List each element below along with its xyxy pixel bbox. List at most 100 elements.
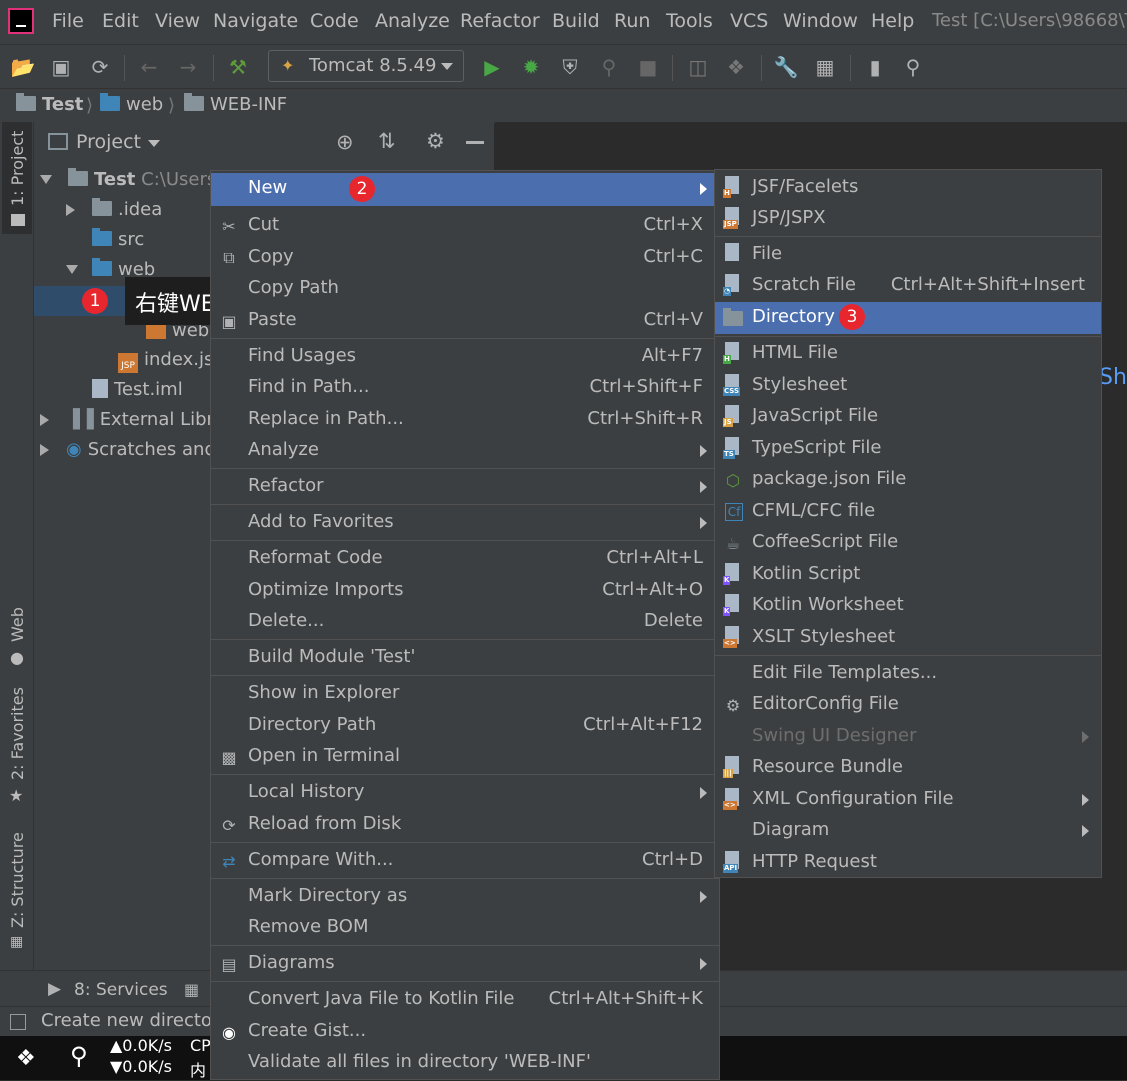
- menu-item-reformat-code[interactable]: Reformat Code Ctrl+Alt+L: [211, 543, 719, 574]
- submenu-item-xslt-stylesheet[interactable]: <> XSLT Stylesheet: [715, 622, 1101, 653]
- terminal-icon[interactable]: ▦: [184, 980, 199, 999]
- menu-item-copy-path[interactable]: Copy Path: [211, 273, 719, 304]
- submenu-item-directory[interactable]: Directory: [715, 302, 1101, 334]
- project-panel-title[interactable]: Project: [76, 131, 141, 153]
- menu-build[interactable]: Build: [552, 10, 600, 32]
- menu-item-build-module[interactable]: Build Module 'Test': [211, 642, 719, 673]
- expand-arrow-icon[interactable]: [40, 414, 49, 426]
- menu-item-copy[interactable]: ⧉ Copy Ctrl+C: [211, 242, 719, 273]
- coverage-icon[interactable]: ⛨: [559, 55, 581, 79]
- submenu-item-swing-ui-designer[interactable]: Swing UI Designer: [715, 721, 1101, 752]
- debug-bug-icon[interactable]: ✹: [520, 55, 542, 79]
- profile-icon[interactable]: ⚲: [598, 55, 620, 79]
- run-icon[interactable]: ▶: [481, 55, 503, 79]
- menu-item-reload-from-disk[interactable]: ⟳ Reload from Disk: [211, 809, 719, 840]
- breadcrumb-item-test[interactable]: Test: [16, 93, 83, 115]
- menu-file[interactable]: File: [52, 10, 84, 32]
- expand-arrow-icon[interactable]: [40, 444, 49, 456]
- settings-wrench-icon[interactable]: 🔧: [774, 55, 799, 79]
- presentation-icon[interactable]: ▮: [864, 55, 886, 79]
- open-folder-icon[interactable]: 📂: [11, 55, 36, 79]
- build-hammer-icon[interactable]: ⚒: [227, 55, 249, 79]
- submenu-item-editorconfig[interactable]: ⚙ EditorConfig File: [715, 689, 1101, 720]
- submenu-item-package-json[interactable]: ⬡ package.json File: [715, 464, 1101, 495]
- tab-project[interactable]: 1: Project: [2, 122, 32, 234]
- menu-item-open-in-terminal[interactable]: ▩ Open in Terminal: [211, 741, 719, 772]
- submenu-item-kotlin-worksheet[interactable]: K Kotlin Worksheet: [715, 590, 1101, 621]
- breadcrumb-item-web[interactable]: web: [100, 93, 163, 115]
- menu-item-refactor[interactable]: Refactor: [211, 471, 719, 502]
- attach-debugger-icon[interactable]: ◫: [687, 55, 709, 79]
- submenu-item-scratch-file[interactable]: ◔ Scratch File Ctrl+Alt+Shift+Insert: [715, 270, 1101, 301]
- project-structure-icon[interactable]: ▦: [814, 55, 836, 79]
- submenu-item-http-request[interactable]: API HTTP Request: [715, 847, 1101, 878]
- submenu-item-kotlin-script[interactable]: K Kotlin Script: [715, 559, 1101, 590]
- expand-arrow-icon[interactable]: [66, 204, 75, 216]
- run-configuration-dropdown[interactable]: ✦ Tomcat 8.5.49: [268, 50, 464, 82]
- menu-item-new[interactable]: New: [211, 173, 719, 206]
- search-icon[interactable]: ⚲: [70, 1042, 88, 1070]
- menu-item-directory-path[interactable]: Directory Path Ctrl+Alt+F12: [211, 710, 719, 741]
- collapse-all-icon[interactable]: ⇅: [378, 129, 396, 153]
- stop-icon[interactable]: ■: [637, 55, 659, 79]
- menu-item-find-in-path[interactable]: Find in Path... Ctrl+Shift+F: [211, 372, 719, 403]
- menu-window[interactable]: Window: [783, 10, 858, 32]
- tab-web[interactable]: Web ●: [2, 592, 32, 672]
- submenu-item-diagram[interactable]: Diagram: [715, 815, 1101, 846]
- tab-services[interactable]: 8: Services: [74, 980, 168, 1000]
- submenu-item-jsp-jspx[interactable]: JSP JSP/JSPX: [715, 203, 1101, 234]
- menu-help[interactable]: Help: [871, 10, 914, 32]
- menu-item-diagrams[interactable]: ▤ Diagrams: [211, 948, 719, 979]
- menu-vcs[interactable]: VCS: [730, 10, 768, 32]
- submenu-item-resource-bundle[interactable]: ||| Resource Bundle: [715, 752, 1101, 783]
- submenu-item-jsf-facelets[interactable]: H JSF/Facelets: [715, 172, 1101, 203]
- search-icon[interactable]: ⚲: [902, 55, 924, 79]
- expand-arrow-icon[interactable]: [40, 175, 52, 184]
- menu-view[interactable]: View: [155, 10, 200, 32]
- deploy-icon[interactable]: ❖: [725, 55, 747, 79]
- submenu-item-coffeescript[interactable]: ☕ CoffeeScript File: [715, 527, 1101, 558]
- menu-refactor[interactable]: Refactor: [460, 10, 540, 32]
- gear-icon[interactable]: ⚙: [426, 129, 445, 153]
- menu-navigate[interactable]: Navigate: [213, 10, 298, 32]
- menu-item-optimize-imports[interactable]: Optimize Imports Ctrl+Alt+O: [211, 575, 719, 606]
- menu-run[interactable]: Run: [614, 10, 650, 32]
- menu-tools[interactable]: Tools: [666, 10, 713, 32]
- menu-item-convert-to-kotlin[interactable]: Convert Java File to Kotlin File Ctrl+Al…: [211, 984, 719, 1015]
- submenu-item-edit-file-templates[interactable]: Edit File Templates...: [715, 658, 1101, 689]
- submenu-item-html-file[interactable]: H HTML File: [715, 338, 1101, 369]
- menu-item-replace-in-path[interactable]: Replace in Path... Ctrl+Shift+R: [211, 404, 719, 435]
- menu-item-cut[interactable]: ✂ Cut Ctrl+X: [211, 210, 719, 241]
- back-arrow-icon[interactable]: ←: [138, 55, 160, 79]
- submenu-item-typescript-file[interactable]: TS TypeScript File: [715, 433, 1101, 464]
- forward-arrow-icon[interactable]: →: [177, 55, 199, 79]
- windows-start-icon[interactable]: ❖: [16, 1046, 36, 1071]
- menu-item-remove-bom[interactable]: Remove BOM: [211, 912, 719, 943]
- menu-analyze[interactable]: Analyze: [375, 10, 450, 32]
- locate-target-icon[interactable]: ⊕: [336, 130, 354, 154]
- submenu-item-stylesheet[interactable]: CSS Stylesheet: [715, 370, 1101, 401]
- menu-item-validate-files[interactable]: Validate all files in directory 'WEB-INF…: [211, 1047, 719, 1078]
- menu-item-mark-directory-as[interactable]: Mark Directory as: [211, 881, 719, 912]
- menu-item-find-usages[interactable]: Find Usages Alt+F7: [211, 341, 719, 372]
- breadcrumb-item-web-inf[interactable]: WEB-INF: [184, 93, 287, 115]
- menu-edit[interactable]: Edit: [102, 10, 139, 32]
- menu-item-analyze[interactable]: Analyze: [211, 435, 719, 466]
- expand-arrow-icon[interactable]: [66, 265, 78, 274]
- menu-item-compare-with[interactable]: ⇄ Compare With... Ctrl+D: [211, 845, 719, 876]
- submenu-item-file[interactable]: File: [715, 239, 1101, 270]
- menu-code[interactable]: Code: [310, 10, 359, 32]
- save-icon[interactable]: ▣: [50, 55, 72, 79]
- menu-item-add-to-favorites[interactable]: Add to Favorites: [211, 507, 719, 538]
- menu-item-show-in-explorer[interactable]: Show in Explorer: [211, 678, 719, 709]
- menu-item-create-gist[interactable]: ◉ Create Gist...: [211, 1016, 719, 1047]
- chevron-down-icon[interactable]: [148, 140, 160, 147]
- toggle-tool-windows-icon[interactable]: [10, 1014, 26, 1030]
- menu-item-paste[interactable]: ▣ Paste Ctrl+V: [211, 305, 719, 336]
- menu-item-local-history[interactable]: Local History: [211, 777, 719, 808]
- submenu-item-cfml-cfc[interactable]: Cf CFML/CFC file: [715, 496, 1101, 527]
- menu-item-delete[interactable]: Delete... Delete: [211, 606, 719, 637]
- tab-favorites[interactable]: 2: Favorites ★: [2, 687, 32, 808]
- submenu-item-javascript-file[interactable]: JS JavaScript File: [715, 401, 1101, 432]
- tab-structure[interactable]: Z: Structure ▦: [2, 832, 32, 954]
